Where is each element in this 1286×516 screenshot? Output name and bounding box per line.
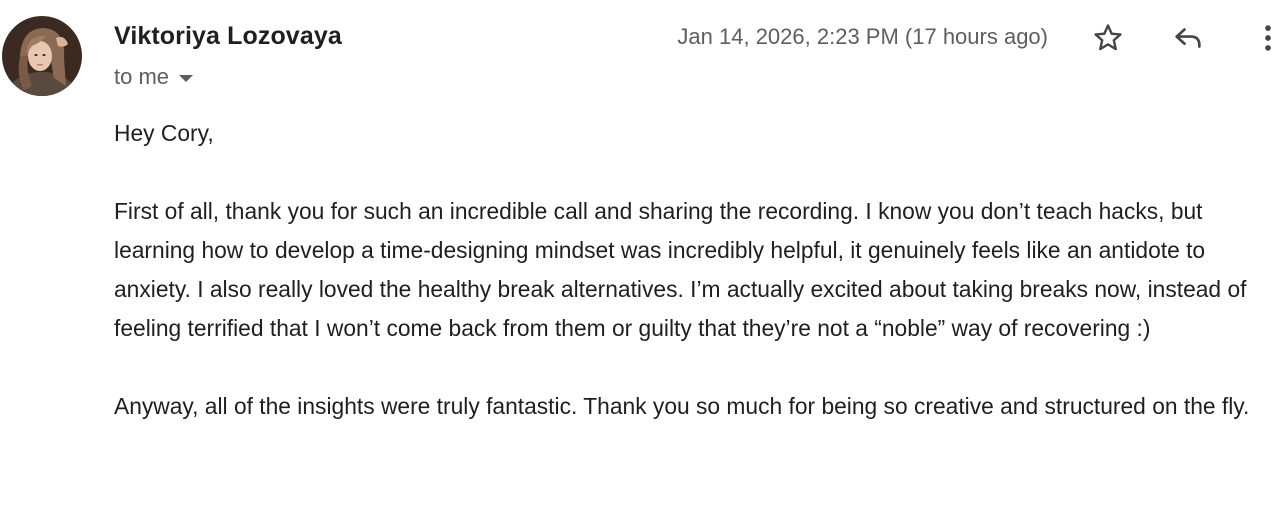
message-body: Hey Cory, First of all, thank you for su… (114, 114, 1284, 426)
recipient-label: to me (114, 64, 170, 89)
star-icon (1094, 24, 1122, 51)
reply-icon (1175, 28, 1201, 48)
message-greeting: Hey Cory, (114, 120, 214, 146)
message-paragraph: First of all, thank you for such an incr… (114, 198, 1247, 341)
more-vertical-icon (1265, 25, 1271, 51)
sender-name[interactable]: Viktoriya Lozovaya (114, 22, 342, 51)
recipient-details-toggle[interactable]: to me (114, 64, 194, 90)
avatar-photo (2, 16, 82, 96)
message-paragraph: Anyway, all of the insights were truly f… (114, 393, 1250, 419)
email-message: Viktoriya Lozovaya to me Jan 14, 2026, 2… (0, 0, 1286, 516)
reply-button[interactable] (1168, 18, 1208, 58)
more-options-button[interactable] (1248, 18, 1286, 58)
sender-avatar[interactable] (2, 16, 82, 96)
chevron-down-icon (179, 75, 194, 82)
message-timestamp: Jan 14, 2026, 2:23 PM (17 hours ago) (677, 24, 1048, 49)
star-button[interactable] (1088, 18, 1128, 58)
